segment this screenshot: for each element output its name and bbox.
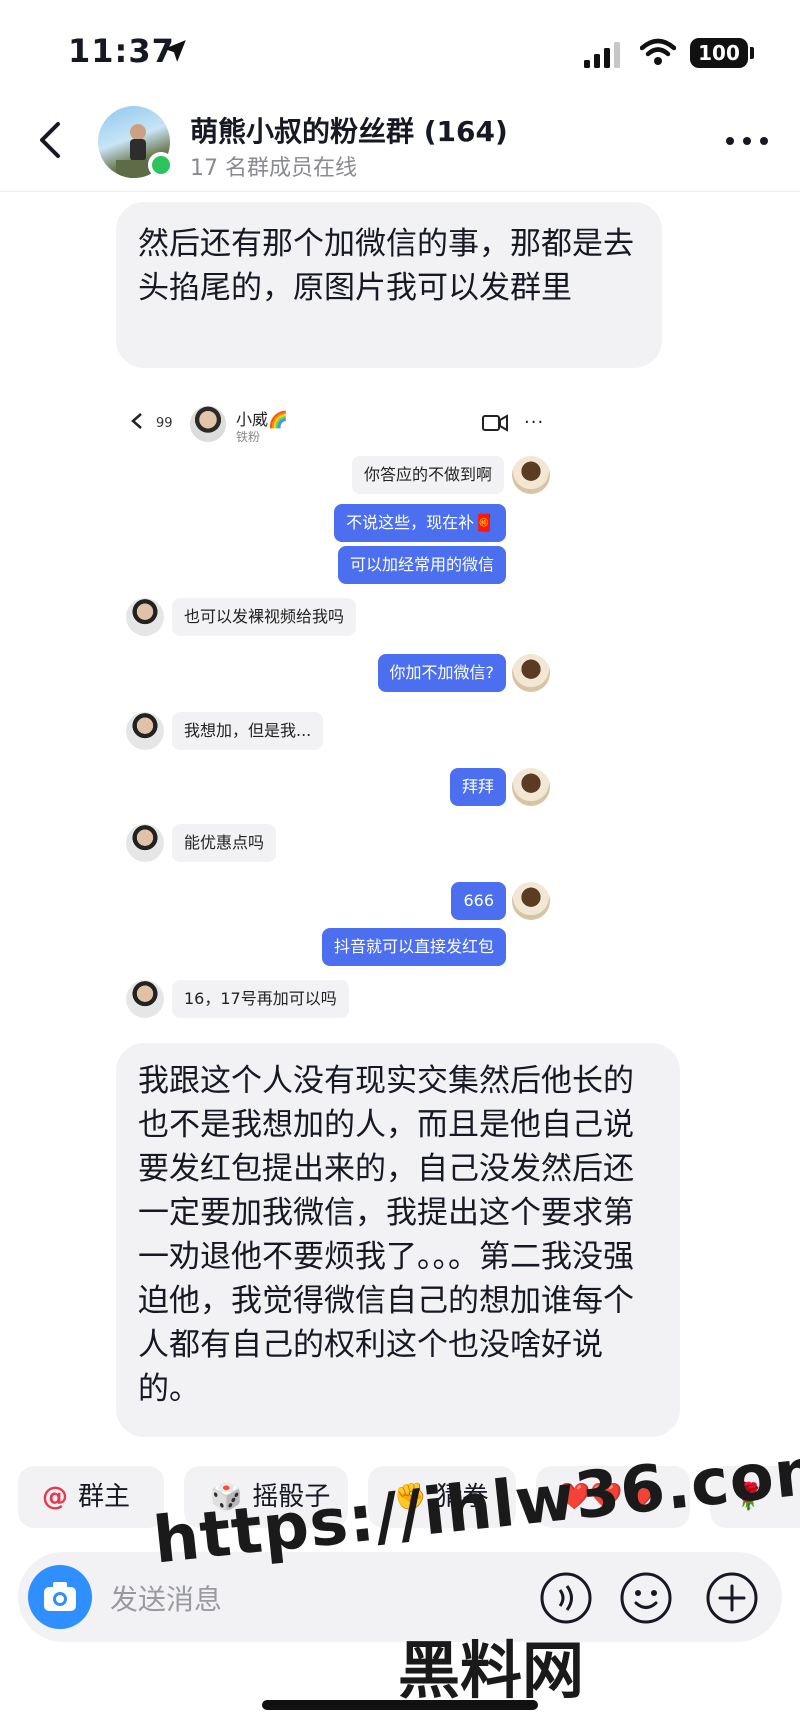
embedded-chat-screenshot[interactable]: 99 小威🌈 铁粉 ··· 你答应的不做到啊 不说这些，现在补🧧 可以加经常用的…: [116, 390, 564, 1030]
status-bar: 11:37 100: [0, 0, 800, 100]
embedded-message-received: 我想加，但是我...: [172, 712, 324, 750]
embedded-message-sent: 可以加经常用的微信: [337, 546, 506, 584]
message-bubble[interactable]: 我跟这个人没有现实交集然后他长的也不是我想加的人，而且是他自己说要发红包提出来的…: [116, 1043, 680, 1437]
online-members-count: 17 名群成员在线: [190, 156, 357, 181]
embedded-message-sent: 抖音就可以直接发红包: [321, 928, 506, 966]
embedded-message-received: 16，17号再加可以吗: [172, 980, 349, 1018]
embedded-sender-avatar: [512, 456, 550, 494]
embedded-contact-avatar: [126, 824, 164, 862]
embedded-sender-avatar: [512, 882, 550, 920]
voice-icon[interactable]: [538, 1570, 594, 1626]
camera-button[interactable]: [28, 1565, 92, 1629]
embedded-contact-tag: 铁粉: [236, 430, 261, 444]
message-input[interactable]: 发送消息: [110, 1578, 222, 1618]
embedded-sender-avatar: [512, 654, 550, 692]
embedded-unread-count: 99: [156, 416, 173, 431]
embedded-chat-header: 99 小威🌈 铁粉 ···: [116, 390, 564, 450]
watermark-name: 黑料网: [398, 1634, 585, 1707]
battery-tip: [750, 47, 754, 59]
more-options-icon[interactable]: [722, 126, 772, 156]
back-chevron-icon[interactable]: [30, 118, 74, 162]
embedded-back-icon: [131, 413, 142, 429]
location-arrow-icon: [164, 40, 186, 62]
message-bubble[interactable]: 然后还有那个加微信的事，那都是去头掐尾的，原图片我可以发群里: [116, 202, 662, 368]
embedded-sender-avatar: [512, 768, 550, 806]
at-icon: @: [42, 1482, 68, 1512]
embedded-contact-avatar: [126, 712, 164, 750]
embedded-contact-avatar: [126, 598, 164, 636]
chip-mention-owner[interactable]: @ 群主: [18, 1466, 164, 1528]
battery-indicator: 100: [690, 38, 748, 68]
embedded-contact-avatar: [126, 980, 164, 1018]
chat-header: 萌熊小叔的粉丝群 (164) 17 名群成员在线: [0, 100, 800, 192]
embedded-contact-avatar: [190, 406, 226, 442]
embedded-message-received: 能优惠点吗: [172, 824, 277, 862]
signal-icon: [584, 42, 620, 68]
plus-icon[interactable]: [704, 1570, 760, 1626]
embedded-contact-name: 小威🌈: [236, 410, 288, 429]
embedded-message-sent: 不说这些，现在补🧧: [334, 504, 506, 542]
embedded-message-received: 也可以发裸视频给我吗: [172, 598, 357, 636]
embedded-more-icon: ···: [524, 412, 545, 433]
emoji-icon[interactable]: [618, 1570, 674, 1626]
embedded-message-sent: 你加不加微信?: [377, 654, 506, 692]
group-title[interactable]: 萌熊小叔的粉丝群 (164): [190, 110, 508, 150]
embedded-message-sent: 拜拜: [449, 768, 506, 806]
video-call-icon: [482, 414, 508, 432]
wifi-icon: [640, 38, 676, 65]
embedded-message-sent: 你答应的不做到啊: [351, 456, 504, 494]
chip-label: 群主: [78, 1482, 131, 1512]
embedded-message-sent: 666: [451, 882, 506, 920]
camera-icon: [44, 1582, 76, 1611]
home-indicator: [262, 1700, 538, 1710]
online-status-dot: [148, 152, 174, 178]
status-time: 11:37: [68, 32, 175, 70]
